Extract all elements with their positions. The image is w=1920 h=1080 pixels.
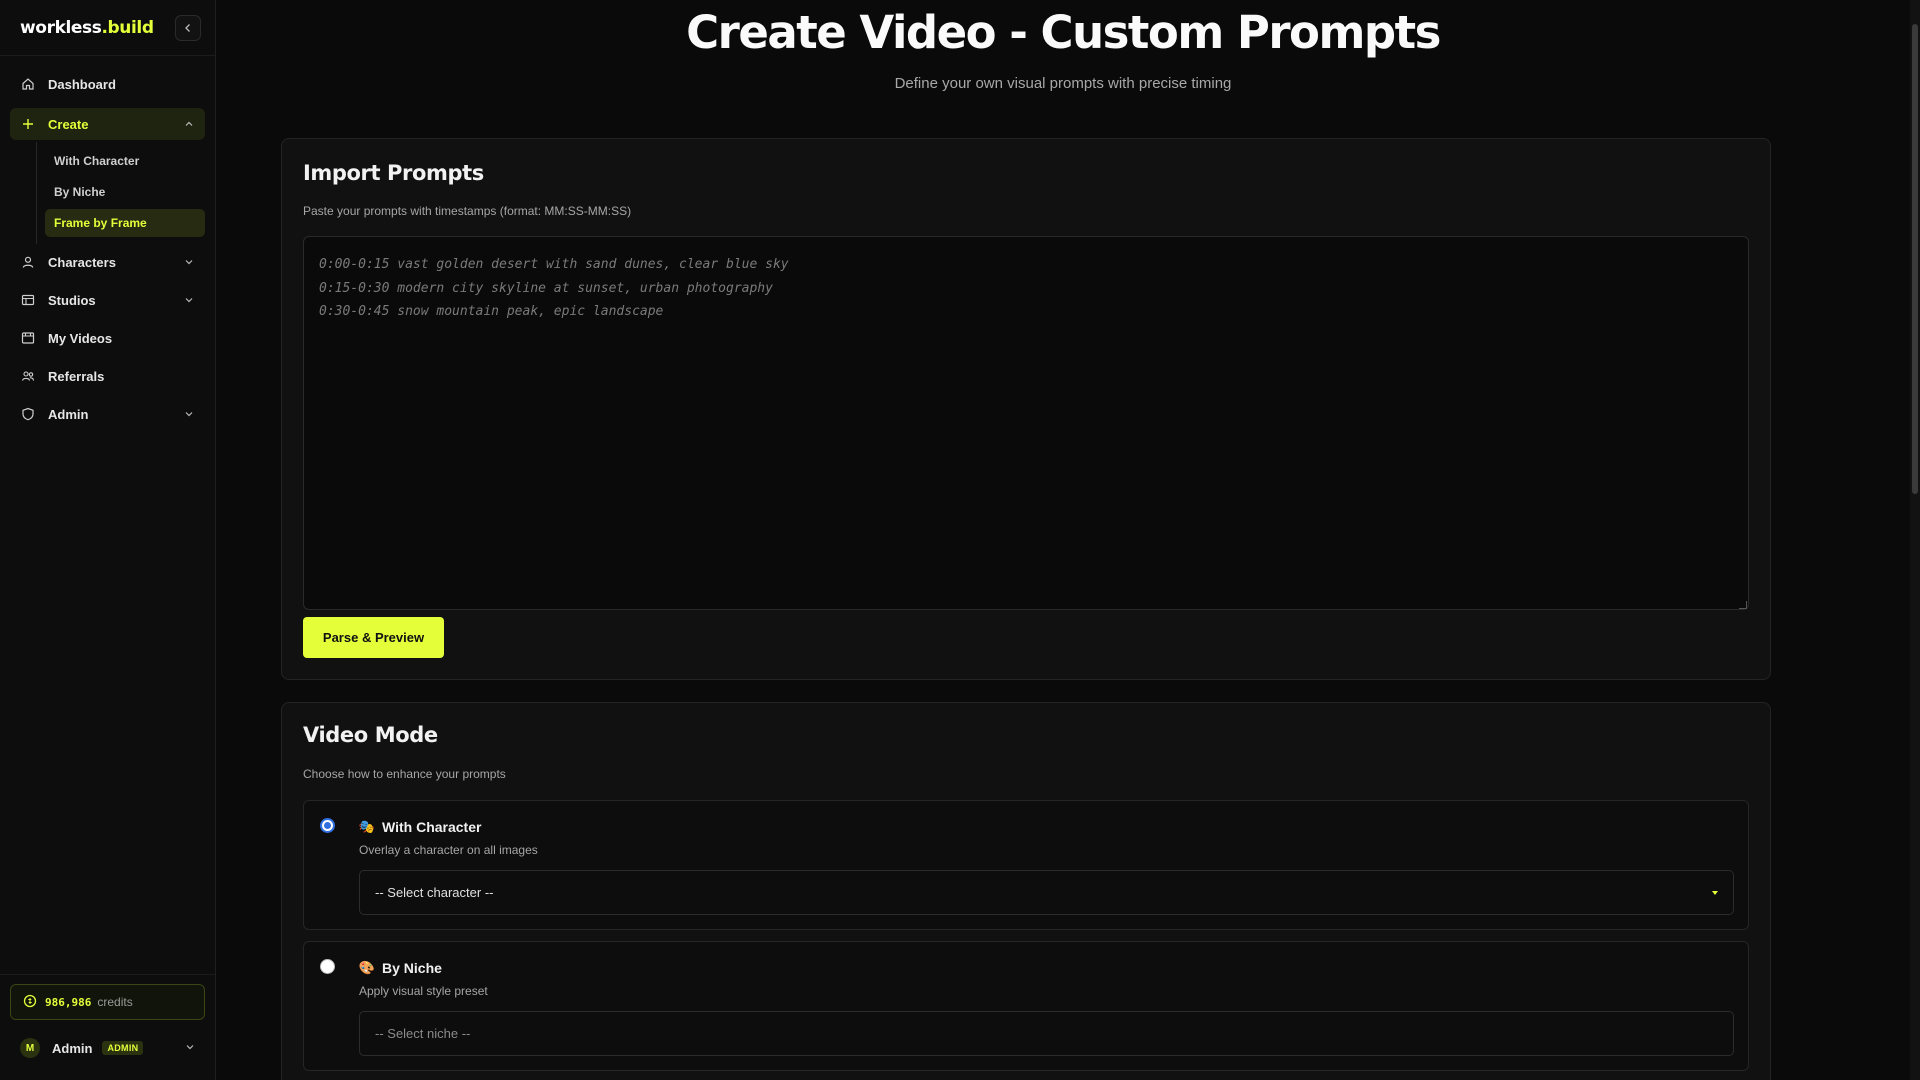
sidebar: workless.build Dashboard Create With Cha…: [0, 0, 216, 1080]
sidebar-item-admin[interactable]: Admin: [10, 396, 205, 432]
sidebar-item-label: Characters: [48, 254, 116, 270]
option-description: Apply visual style preset: [359, 984, 488, 998]
sidebar-item-characters[interactable]: Characters: [10, 244, 205, 280]
option-heading: 🎭 With Character: [358, 819, 482, 835]
prompts-textarea[interactable]: 0:00-0:15 vast golden desert with sand d…: [303, 236, 1749, 610]
user-icon: [20, 254, 36, 270]
plus-icon: [20, 116, 36, 132]
page-title: Create Video - Custom Prompts: [686, 6, 1441, 59]
user-name: Admin: [52, 1040, 93, 1056]
chevron-down-icon: [185, 1039, 195, 1057]
parse-preview-button[interactable]: Parse & Preview: [303, 617, 444, 658]
mode-option-with-character[interactable]: 🎭 With Character Overlay a character on …: [303, 800, 1749, 930]
brand-domain: .build: [101, 17, 154, 38]
credits-label: credits: [97, 995, 133, 1009]
sidebar-item-referrals[interactable]: Referrals: [10, 358, 205, 394]
sidebar-subitem-with-character[interactable]: With Character: [45, 147, 205, 175]
sidebar-item-label: Studios: [48, 292, 96, 308]
credits-badge[interactable]: 986,986 credits: [10, 984, 205, 1020]
chevron-up-icon: [183, 118, 195, 130]
chevron-down-icon: [183, 294, 195, 306]
video-mode-description: Choose how to enhance your prompts: [303, 767, 506, 781]
character-select[interactable]: -- Select character --: [359, 870, 1734, 915]
import-prompts-description: Paste your prompts with timestamps (form…: [303, 204, 632, 218]
select-value: -- Select niche --: [375, 1026, 471, 1041]
sidebar-item-label: Referrals: [48, 368, 105, 384]
page-subtitle: Define your own visual prompts with prec…: [894, 75, 1232, 92]
option-title: By Niche: [382, 960, 442, 976]
brand-row: workless.build: [0, 0, 215, 56]
chevron-down-icon: [183, 256, 195, 268]
user-menu[interactable]: M Admin ADMIN: [10, 1028, 205, 1068]
sidebar-item-studios[interactable]: Studios: [10, 282, 205, 318]
home-icon: [20, 76, 36, 92]
video-mode-title: Video Mode: [303, 723, 438, 747]
video-icon: [20, 330, 36, 346]
coin-icon: [23, 994, 37, 1011]
sidebar-item-label: Admin: [48, 406, 89, 422]
select-value: -- Select character --: [375, 885, 494, 900]
niche-select[interactable]: -- Select niche --: [359, 1011, 1734, 1056]
theater-masks-icon: 🎭: [358, 819, 376, 834]
sidebar-footer: 986,986 credits M Admin ADMIN: [0, 974, 215, 1080]
sidebar-item-label: Dashboard: [48, 76, 116, 92]
resize-handle-icon[interactable]: [1739, 601, 1747, 609]
option-description: Overlay a character on all images: [359, 843, 538, 857]
with-character-radio[interactable]: [320, 818, 335, 833]
chevron-down-icon: [183, 408, 195, 420]
scrollbar-thumb[interactable]: [1912, 24, 1918, 494]
sidebar-item-label: My Videos: [48, 330, 113, 346]
palette-icon: 🎨: [358, 960, 376, 975]
role-badge: ADMIN: [102, 1041, 144, 1055]
option-title: With Character: [382, 819, 482, 835]
option-heading: 🎨 By Niche: [359, 960, 442, 976]
sidebar-subitem-by-niche[interactable]: By Niche: [45, 178, 205, 206]
import-prompts-title: Import Prompts: [303, 161, 484, 185]
video-mode-card: Video Mode Choose how to enhance your pr…: [281, 702, 1771, 1080]
chevron-left-icon: [185, 23, 190, 32]
users-icon: [20, 368, 36, 384]
by-niche-radio[interactable]: [320, 959, 335, 974]
sidebar-nav: Dashboard Create With Character By Niche…: [0, 56, 215, 446]
avatar: M: [20, 1038, 40, 1058]
main-content: Create Video - Custom Prompts Define you…: [216, 0, 1910, 1080]
sidebar-item-create[interactable]: Create: [10, 108, 205, 140]
studio-icon: [20, 292, 36, 308]
brand-logo[interactable]: workless.build: [20, 18, 154, 38]
mode-option-by-niche[interactable]: 🎨 By Niche Apply visual style preset -- …: [303, 941, 1749, 1071]
credits-value: 986,986: [45, 995, 92, 1009]
caret-down-icon: [1712, 890, 1718, 895]
collapse-sidebar-button[interactable]: [175, 14, 201, 41]
sidebar-subitem-frame-by-frame[interactable]: Frame by Frame: [45, 209, 205, 237]
shield-icon: [20, 406, 36, 422]
page-scrollbar[interactable]: [1910, 0, 1920, 1080]
sidebar-item-label: Create: [48, 116, 89, 132]
import-prompts-card: Import Prompts Paste your prompts with t…: [281, 138, 1771, 680]
create-subnav: With Character By Niche Frame by Frame: [36, 142, 205, 244]
sidebar-item-my-videos[interactable]: My Videos: [10, 320, 205, 356]
brand-name: workless: [20, 17, 102, 38]
sidebar-item-dashboard[interactable]: Dashboard: [10, 68, 205, 100]
